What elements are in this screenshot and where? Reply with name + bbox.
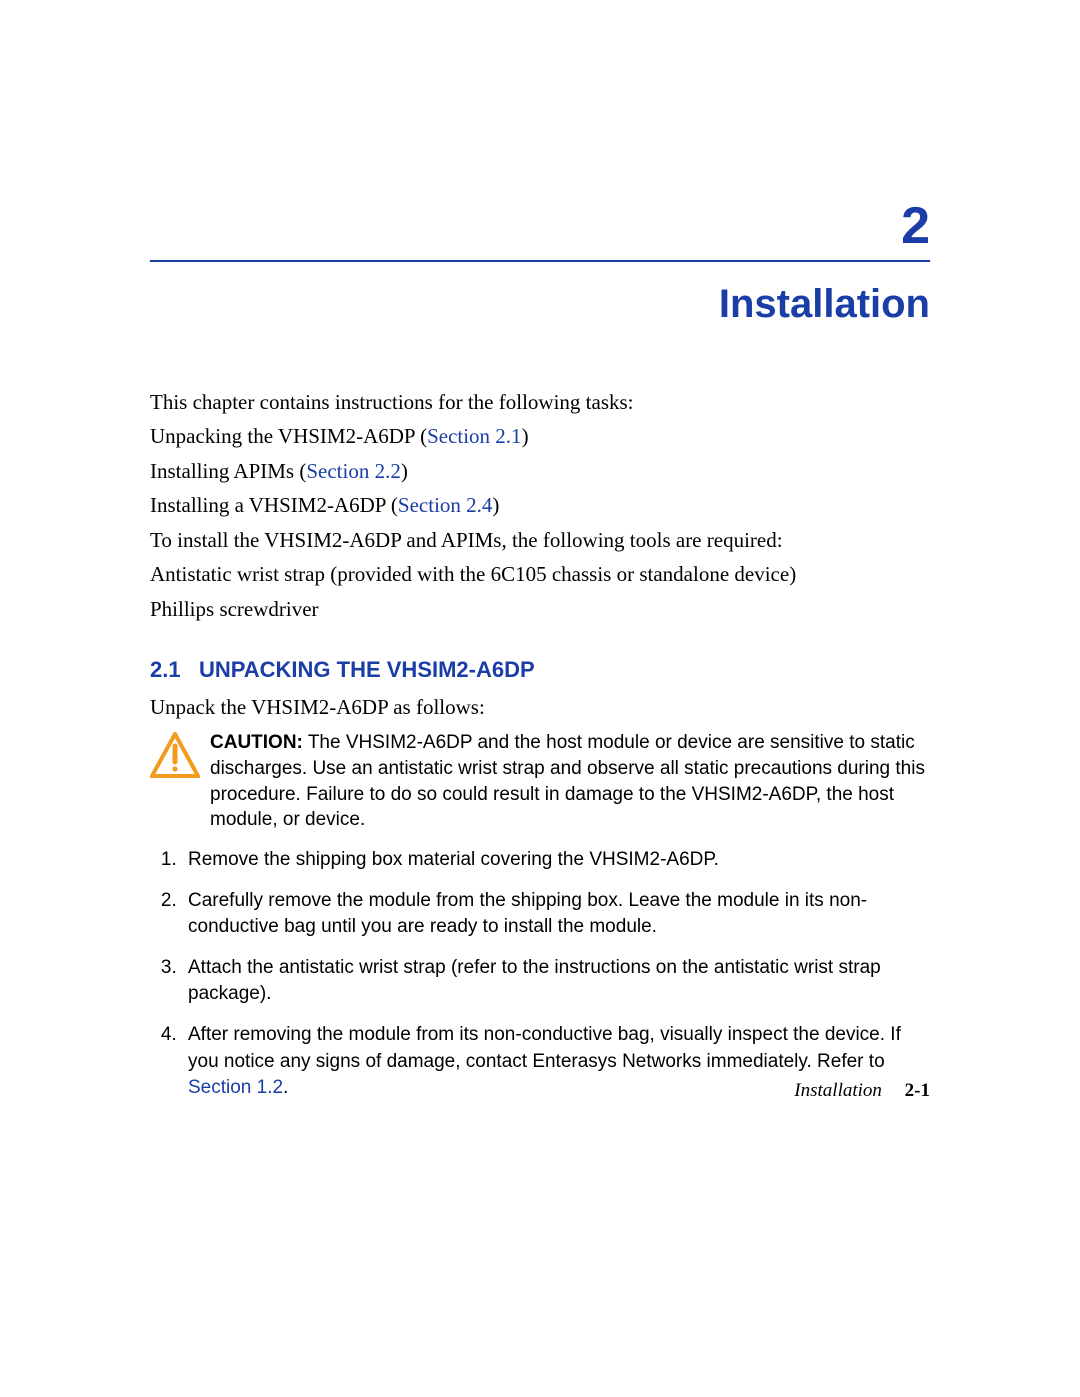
task-tail: ) <box>401 459 408 483</box>
section-link[interactable]: Section 2.1 <box>427 424 522 448</box>
task-item: Installing APIMs (Section 2.2) <box>150 456 930 486</box>
chapter-rule <box>150 260 930 262</box>
chapter-number: 2 <box>150 200 930 252</box>
tool-item: Phillips screwdriver <box>150 594 930 624</box>
task-text: Unpacking the VHSIM2-A6DP ( <box>150 424 427 448</box>
step-list: Remove the shipping box material coverin… <box>150 847 930 1102</box>
caution-block: CAUTION: The VHSIM2-A6DP and the host mo… <box>150 730 930 833</box>
section-heading: 2.1 UNPACKING THE VHSIM2-A6DP <box>150 654 930 686</box>
intro-lead: This chapter contains instructions for t… <box>150 387 930 417</box>
task-tail: ) <box>492 493 499 517</box>
section-link[interactable]: Section 2.2 <box>306 459 401 483</box>
caution-label: CAUTION: <box>210 732 303 753</box>
chapter-title: Installation <box>150 282 930 327</box>
page-footer: Installation 2-1 <box>150 1080 930 1102</box>
section-number: 2.1 <box>150 657 181 682</box>
caution-icon <box>150 732 200 786</box>
step-item: Attach the antistatic wrist strap (refer… <box>182 955 930 1008</box>
footer-page-number: 2-1 <box>905 1080 930 1101</box>
step4-pre: After removing the module from its non-c… <box>188 1024 901 1072</box>
tool-item: Antistatic wrist strap (provided with th… <box>150 559 930 589</box>
tools-lead: To install the VHSIM2-A6DP and APIMs, th… <box>150 525 930 555</box>
task-text: Installing a VHSIM2-A6DP ( <box>150 493 398 517</box>
caution-body: The VHSIM2-A6DP and the host module or d… <box>210 732 925 830</box>
caution-text: CAUTION: The VHSIM2-A6DP and the host mo… <box>210 730 930 833</box>
section-link[interactable]: Section 2.4 <box>398 493 493 517</box>
section-title: UNPACKING THE VHSIM2-A6DP <box>199 657 535 682</box>
task-item: Installing a VHSIM2-A6DP (Section 2.4) <box>150 490 930 520</box>
footer-name: Installation <box>794 1080 882 1101</box>
step-item: Remove the shipping box material coverin… <box>182 847 930 874</box>
step-item: Carefully remove the module from the shi… <box>182 888 930 941</box>
task-text: Installing APIMs ( <box>150 459 306 483</box>
section-lead: Unpack the VHSIM2-A6DP as follows: <box>150 692 930 722</box>
task-tail: ) <box>522 424 529 448</box>
task-item: Unpacking the VHSIM2-A6DP (Section 2.1) <box>150 421 930 451</box>
